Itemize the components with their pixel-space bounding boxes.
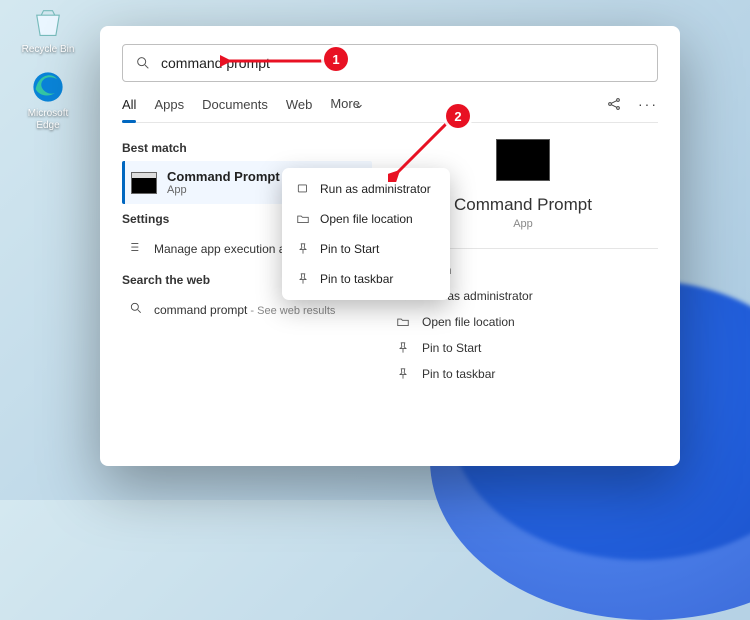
- search-input[interactable]: [161, 55, 645, 71]
- search-bar[interactable]: [122, 44, 658, 82]
- pin-icon: [296, 242, 310, 256]
- context-run-admin[interactable]: Run as administrator: [288, 174, 444, 204]
- search-icon: [128, 301, 144, 318]
- desktop-icon-edge[interactable]: Microsoft Edge: [18, 68, 78, 132]
- context-open-location[interactable]: Open file location: [288, 204, 444, 234]
- recycle-bin-icon: [29, 4, 67, 42]
- context-menu: Run as administrator Open file location …: [282, 168, 450, 300]
- more-options-icon[interactable]: ···: [638, 96, 658, 112]
- annotation-step-1: 1: [324, 47, 348, 71]
- preview-app-icon: [496, 139, 550, 181]
- pin-icon: [396, 341, 410, 355]
- preview-title: Command Prompt: [454, 195, 592, 215]
- web-result-title: command prompt: [154, 303, 247, 317]
- tab-all[interactable]: All: [122, 97, 136, 122]
- tab-apps[interactable]: Apps: [154, 97, 184, 122]
- desktop-icon-label: Recycle Bin: [18, 44, 78, 56]
- web-result-subtitle: - See web results: [247, 305, 335, 317]
- annotation-step-2: 2: [446, 104, 470, 128]
- context-pin-start[interactable]: Pin to Start: [288, 234, 444, 264]
- tab-web[interactable]: Web: [286, 97, 313, 122]
- desktop-icon-label: Microsoft Edge: [18, 108, 78, 132]
- action-open-location[interactable]: Open file location: [388, 309, 658, 335]
- context-pin-taskbar[interactable]: Pin to taskbar: [288, 264, 444, 294]
- settings-list-icon: [128, 240, 144, 257]
- pin-icon: [296, 272, 310, 286]
- admin-shield-icon: [296, 182, 310, 196]
- share-icon[interactable]: [606, 96, 622, 112]
- tab-documents[interactable]: Documents: [202, 97, 268, 122]
- section-best-match: Best match: [122, 141, 372, 155]
- search-icon: [135, 55, 151, 71]
- command-prompt-icon: [131, 172, 157, 194]
- tab-more[interactable]: More ⌄: [330, 96, 364, 122]
- result-subtitle: App: [167, 184, 280, 196]
- edge-icon: [29, 68, 67, 106]
- result-title: Command Prompt: [167, 169, 280, 184]
- folder-icon: [296, 212, 310, 226]
- preview-subtitle: App: [513, 218, 533, 230]
- chevron-down-icon: ⌄: [354, 96, 365, 111]
- action-pin-taskbar[interactable]: Pin to taskbar: [388, 361, 658, 387]
- pin-icon: [396, 367, 410, 381]
- action-pin-start[interactable]: Pin to Start: [388, 335, 658, 361]
- folder-icon: [396, 315, 410, 329]
- filter-tabs: All Apps Documents Web More ⌄ ···: [122, 96, 658, 123]
- desktop-icon-recycle-bin[interactable]: Recycle Bin: [18, 4, 78, 56]
